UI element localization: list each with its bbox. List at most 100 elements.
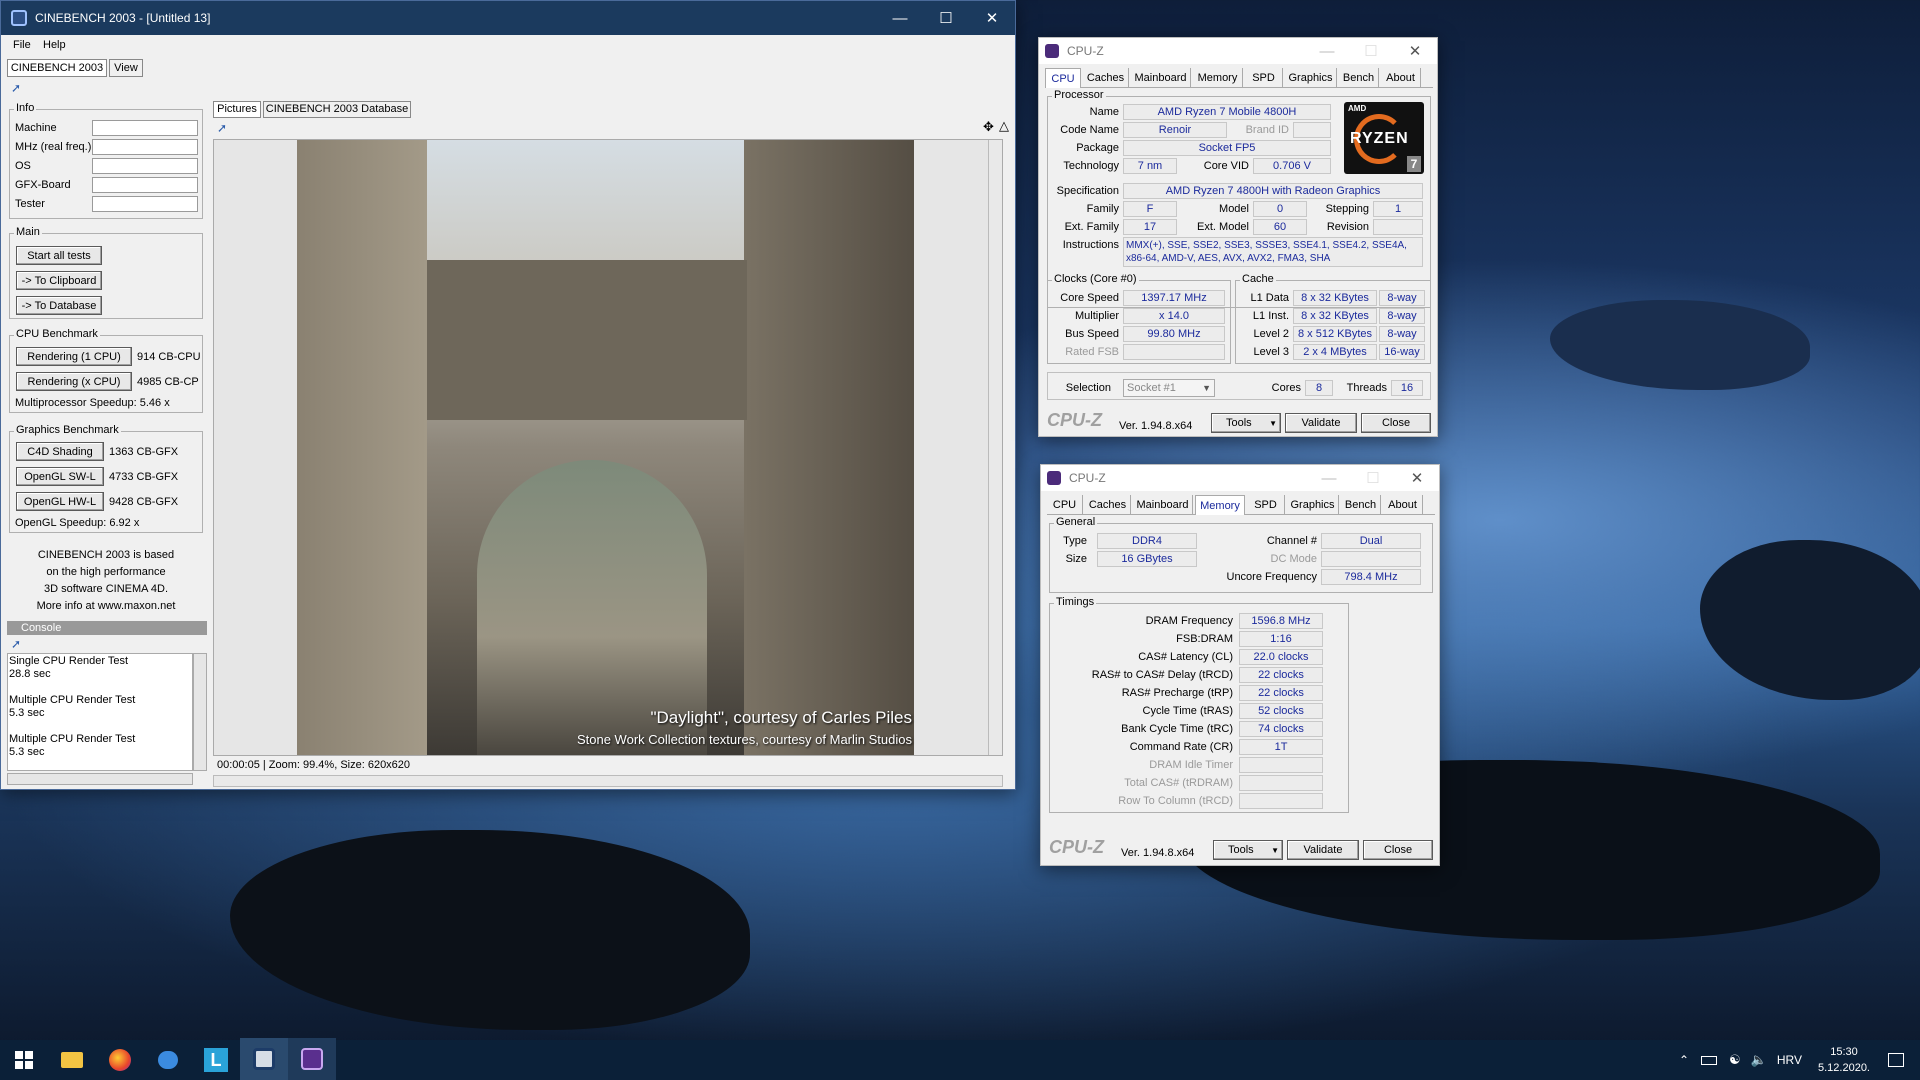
- taskbar-cpuz[interactable]: [288, 1038, 336, 1080]
- rendering-1cpu-button[interactable]: Rendering (1 CPU): [16, 347, 132, 366]
- to-database-button[interactable]: -> To Database: [16, 296, 102, 315]
- brandid-value: [1293, 122, 1331, 138]
- timing-label: RAS# Precharge (tRP): [1121, 687, 1233, 699]
- console-header[interactable]: Console: [7, 621, 207, 635]
- taskbar-l-app[interactable]: L: [192, 1038, 240, 1080]
- timing-value: 1T: [1239, 739, 1323, 755]
- console-hscrollbar[interactable]: [7, 773, 193, 785]
- maximize-button[interactable]: ☐: [923, 1, 969, 35]
- cpuz-maximize-button[interactable]: ☐: [1351, 465, 1395, 491]
- tab-bench[interactable]: Bench: [1341, 495, 1381, 515]
- validate-button[interactable]: Validate: [1285, 413, 1357, 433]
- instructions-label: Instructions: [1062, 239, 1119, 251]
- cinebench-titlebar[interactable]: CINEBENCH 2003 - [Untitled 13] — ☐ ✕: [1, 1, 1015, 35]
- cpuz-close-button[interactable]: ✕: [1393, 38, 1437, 64]
- close-button[interactable]: Close: [1363, 840, 1433, 860]
- gfx-board-field[interactable]: [92, 177, 198, 193]
- corespeed-value: 1397.17 MHz: [1123, 290, 1225, 306]
- start-all-tests-button[interactable]: Start all tests: [16, 246, 102, 265]
- cpuz-cpu-titlebar[interactable]: CPU-Z — ☐ ✕: [1039, 38, 1437, 64]
- timings-title: Timings: [1054, 596, 1097, 608]
- warning-icon[interactable]: △: [999, 118, 1009, 134]
- view-vscrollbar[interactable]: [988, 140, 1002, 755]
- uncore-value: 798.4 MHz: [1321, 569, 1421, 585]
- size-label: Size: [1065, 553, 1087, 565]
- tab-cpu[interactable]: CPU: [1047, 495, 1083, 515]
- battery-icon[interactable]: [1701, 1055, 1718, 1065]
- tab-mainboard[interactable]: Mainboard: [1131, 68, 1191, 88]
- view-tab-database[interactable]: CINEBENCH 2003 Database: [263, 101, 411, 118]
- view-hscrollbar[interactable]: [213, 775, 1003, 787]
- console-scrollbar[interactable]: [193, 653, 207, 771]
- mhz-field[interactable]: [92, 139, 198, 155]
- wifi-icon[interactable]: ☯: [1729, 1052, 1741, 1068]
- tab-bench[interactable]: Bench: [1339, 68, 1379, 88]
- cpuz-minimize-button[interactable]: —: [1305, 38, 1349, 64]
- tab-about[interactable]: About: [1381, 68, 1421, 88]
- taskbar-firefox[interactable]: [96, 1038, 144, 1080]
- tab-graphics[interactable]: Graphics: [1285, 68, 1337, 88]
- info-title: Info: [14, 102, 37, 114]
- notification-icon[interactable]: [1888, 1053, 1904, 1067]
- tab-memory[interactable]: Memory: [1193, 68, 1243, 88]
- taskbar-mail[interactable]: [144, 1038, 192, 1080]
- menu-help[interactable]: Help: [43, 39, 66, 51]
- tools-button[interactable]: Tools ▼: [1213, 840, 1283, 860]
- tester-field[interactable]: [92, 196, 198, 212]
- clock[interactable]: 15:30 5.12.2020.: [1818, 1044, 1870, 1076]
- tab-cinebench-label: CINEBENCH 2003: [10, 62, 104, 74]
- rendering-xcpu-button[interactable]: Rendering (x CPU): [16, 372, 132, 391]
- tab-memory[interactable]: Memory: [1195, 495, 1245, 515]
- tab-caches[interactable]: Caches: [1083, 68, 1129, 88]
- menu-file[interactable]: File: [13, 39, 31, 51]
- firefox-icon: [109, 1049, 131, 1071]
- tab-spd[interactable]: SPD: [1247, 495, 1285, 515]
- name-label: Name: [1089, 106, 1119, 118]
- package-value: Socket FP5: [1123, 140, 1331, 156]
- cpuz-maximize-button[interactable]: ☐: [1349, 38, 1393, 64]
- validate-button[interactable]: Validate: [1287, 840, 1359, 860]
- tab-mainboard[interactable]: Mainboard: [1133, 495, 1193, 515]
- close-button[interactable]: Close: [1361, 413, 1431, 433]
- tab-graphics[interactable]: Graphics: [1287, 495, 1339, 515]
- cinebench-window: CINEBENCH 2003 - [Untitled 13] — ☐ ✕ Fil…: [0, 0, 1016, 790]
- tab-caches[interactable]: Caches: [1085, 495, 1131, 515]
- tab-view-label: View: [114, 62, 138, 74]
- timing-label: DRAM Frequency: [1145, 615, 1233, 627]
- tab-about[interactable]: About: [1383, 495, 1423, 515]
- tab-view[interactable]: View: [109, 59, 143, 77]
- pin-icon[interactable]: ➚: [11, 81, 21, 95]
- cpuz-minimize-button[interactable]: —: [1307, 465, 1351, 491]
- console-pin-icon[interactable]: ➚: [11, 637, 21, 651]
- cpuz-memory-titlebar[interactable]: CPU-Z — ☐ ✕: [1041, 465, 1439, 491]
- minimize-button[interactable]: —: [877, 1, 923, 35]
- close-button[interactable]: ✕: [969, 1, 1015, 35]
- revision-label: Revision: [1326, 221, 1369, 233]
- c4d-shading-button[interactable]: C4D Shading: [16, 442, 104, 461]
- os-field[interactable]: [92, 158, 198, 174]
- taskbar-file-explorer[interactable]: [48, 1038, 96, 1080]
- selection-dropdown[interactable]: Socket #1 ▼: [1123, 379, 1215, 397]
- timing-value: 1596.8 MHz: [1239, 613, 1323, 629]
- tab-cinebench[interactable]: CINEBENCH 2003: [7, 59, 107, 77]
- view-pin-icon[interactable]: ➚: [217, 121, 227, 135]
- chevron-up-icon[interactable]: ⌃: [1679, 1053, 1689, 1067]
- opengl-hwl-button[interactable]: OpenGL HW-L: [16, 492, 104, 511]
- channel-label: Channel #: [1266, 535, 1317, 547]
- volume-icon[interactable]: 🔈: [1751, 1052, 1767, 1068]
- start-button[interactable]: [0, 1038, 48, 1080]
- selection-value: Socket #1: [1127, 382, 1176, 394]
- machine-field[interactable]: [92, 120, 198, 136]
- timing-label: Row To Column (tRCD): [1118, 795, 1233, 807]
- view-tab-pictures[interactable]: Pictures: [213, 101, 261, 118]
- move-icon[interactable]: ✥: [983, 119, 994, 135]
- tab-cpu[interactable]: CPU: [1045, 68, 1081, 88]
- tools-button[interactable]: Tools ▼: [1211, 413, 1281, 433]
- cpuz-close-button[interactable]: ✕: [1395, 465, 1439, 491]
- opengl-swl-button[interactable]: OpenGL SW-L: [16, 467, 104, 486]
- taskbar-cinebench[interactable]: [240, 1038, 288, 1080]
- to-clipboard-button[interactable]: -> To Clipboard: [16, 271, 102, 290]
- ratedfsb-value: [1123, 344, 1225, 360]
- language-indicator[interactable]: HRV: [1777, 1053, 1802, 1067]
- tab-spd[interactable]: SPD: [1245, 68, 1283, 88]
